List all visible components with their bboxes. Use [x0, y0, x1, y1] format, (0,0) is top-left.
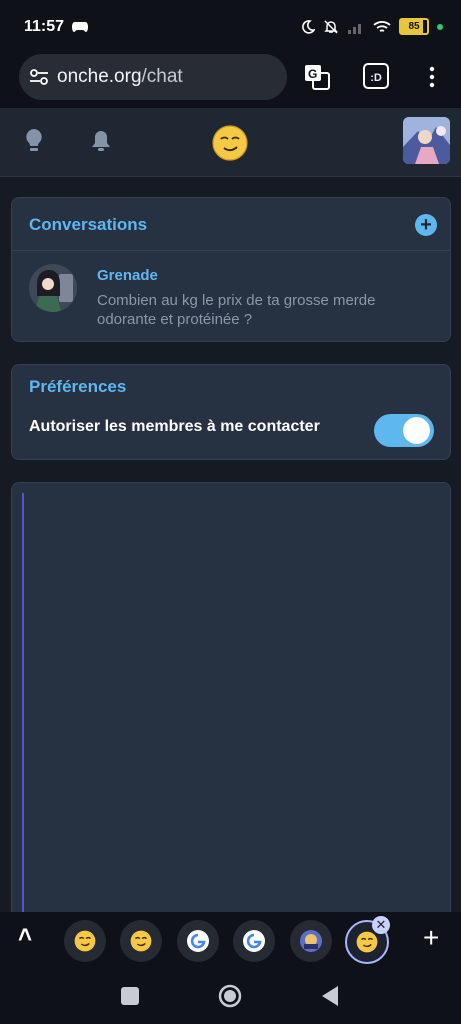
more-menu-icon[interactable] — [418, 63, 446, 91]
bell-icon[interactable] — [90, 129, 112, 153]
avatar-artwork-icon — [403, 117, 450, 164]
system-navigation — [0, 970, 461, 1024]
tab-other[interactable] — [290, 920, 332, 962]
tab-strip: ˄ + — [0, 912, 461, 970]
lightbulb-icon[interactable] — [23, 128, 45, 154]
allow-contact-label: Autoriser les membres à me contacter — [29, 418, 320, 435]
onche-favicon-icon — [130, 930, 152, 952]
bell-off-icon — [324, 19, 338, 34]
google-favicon-icon — [243, 930, 265, 952]
conversation-preview: Combien au kg le prix de ta grosse merde… — [97, 292, 376, 328]
site-settings-icon[interactable] — [29, 68, 49, 86]
chat-panel — [11, 482, 451, 924]
conversations-card: Conversations + Grenade Combien au kg le… — [11, 197, 451, 342]
recents-button[interactable] — [121, 987, 139, 1005]
battery-indicator: 85 — [399, 18, 429, 35]
url-path: /chat — [141, 66, 183, 87]
site-logo-icon[interactable] — [212, 125, 248, 161]
translate-icon[interactable]: G — [303, 63, 331, 91]
preferences-title: Préférences — [29, 377, 127, 396]
avatar-character-icon — [29, 264, 77, 312]
wifi-icon — [373, 20, 391, 32]
allow-contact-toggle[interactable] — [374, 414, 434, 447]
conversation-avatar — [29, 264, 77, 312]
new-tab-button[interactable]: + — [423, 922, 439, 954]
tab-onche-2[interactable] — [120, 920, 162, 962]
tab-google-1[interactable] — [177, 920, 219, 962]
back-button[interactable] — [320, 985, 340, 1007]
onche-favicon-icon — [74, 930, 96, 952]
google-favicon-icon — [187, 930, 209, 952]
home-button[interactable] — [218, 984, 242, 1008]
moon-icon — [302, 19, 315, 34]
browser-toolbar: onche.org/chat G :D — [0, 54, 461, 108]
onche-favicon-icon — [356, 931, 378, 953]
divider — [12, 250, 450, 251]
extension-button[interactable]: :D — [363, 63, 389, 89]
toggle-knob — [403, 417, 430, 444]
svg-text:G: G — [308, 67, 317, 81]
signal-icon — [348, 23, 361, 34]
conversations-title: Conversations — [29, 215, 148, 234]
new-conversation-button[interactable]: + — [415, 214, 437, 236]
tab-google-2[interactable] — [233, 920, 275, 962]
address-bar[interactable]: onche.org/chat — [19, 54, 287, 100]
user-avatar[interactable] — [403, 117, 450, 164]
preferences-card: Préférences Autoriser les membres à me c… — [11, 364, 451, 460]
status-time: 11:57 — [24, 18, 65, 35]
status-icons: 85 — [301, 18, 443, 35]
privacy-dot — [437, 23, 443, 30]
status-bar: 11:57 85 — [0, 0, 461, 54]
game-controller-icon — [72, 22, 88, 32]
battery-level: 85 — [408, 21, 420, 32]
collapse-tabs-button[interactable]: ˄ — [18, 922, 32, 950]
url-domain: onche.org — [57, 66, 142, 87]
url-text[interactable]: onche.org/chat — [57, 66, 183, 88]
site-favicon-icon — [300, 930, 322, 952]
close-tab-button[interactable]: ✕ — [372, 916, 390, 934]
tab-onche-1[interactable] — [64, 920, 106, 962]
conversation-name: Grenade — [97, 267, 158, 284]
thread-line — [22, 493, 24, 923]
